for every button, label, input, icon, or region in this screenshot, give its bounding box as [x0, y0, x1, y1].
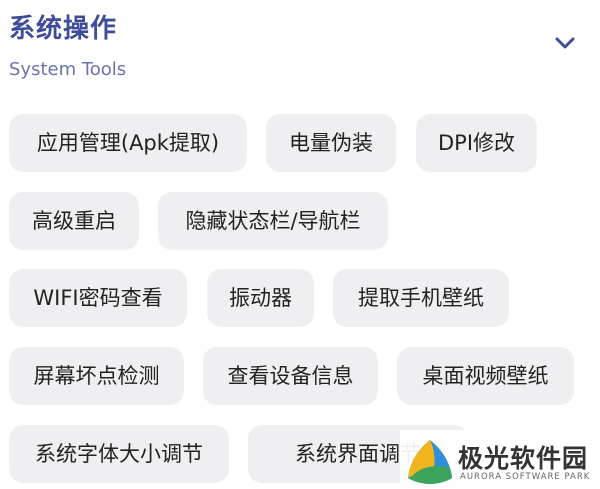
tool-chip-device-info[interactable]: 查看设备信息 — [203, 347, 378, 405]
tool-chip-font-size[interactable]: 系统字体大小调节 — [9, 425, 229, 483]
watermark-subtitle: AURORA SOFTWARE PARK — [460, 472, 591, 482]
tool-chip-dead-pixel-test[interactable]: 屏幕坏点检测 — [9, 347, 184, 405]
section-subtitle: System Tools — [9, 59, 127, 80]
tool-chip-battery-spoof[interactable]: 电量伪装 — [266, 114, 396, 172]
aurora-logo-icon — [408, 440, 452, 484]
tool-chip-video-wallpaper[interactable]: 桌面视频壁纸 — [397, 347, 574, 405]
watermark: 极光软件园 AURORA SOFTWARE PARK — [400, 430, 600, 489]
tool-chip-extract-wallpaper[interactable]: 提取手机壁纸 — [333, 269, 509, 327]
tool-chip-advanced-reboot[interactable]: 高级重启 — [9, 192, 139, 250]
tool-chip-vibrator[interactable]: 振动器 — [207, 269, 314, 327]
section-title: 系统操作 — [9, 14, 118, 44]
tool-chip-dpi-modify[interactable]: DPI修改 — [416, 114, 537, 172]
tool-chip-wifi-password[interactable]: WIFI密码查看 — [9, 269, 187, 327]
watermark-name: 极光软件园 — [458, 444, 589, 473]
chevron-down-icon[interactable] — [553, 34, 577, 52]
tool-chip-hide-bars[interactable]: 隐藏状态栏/导航栏 — [158, 192, 388, 250]
tool-chip-app-manager[interactable]: 应用管理(Apk提取) — [9, 114, 247, 172]
